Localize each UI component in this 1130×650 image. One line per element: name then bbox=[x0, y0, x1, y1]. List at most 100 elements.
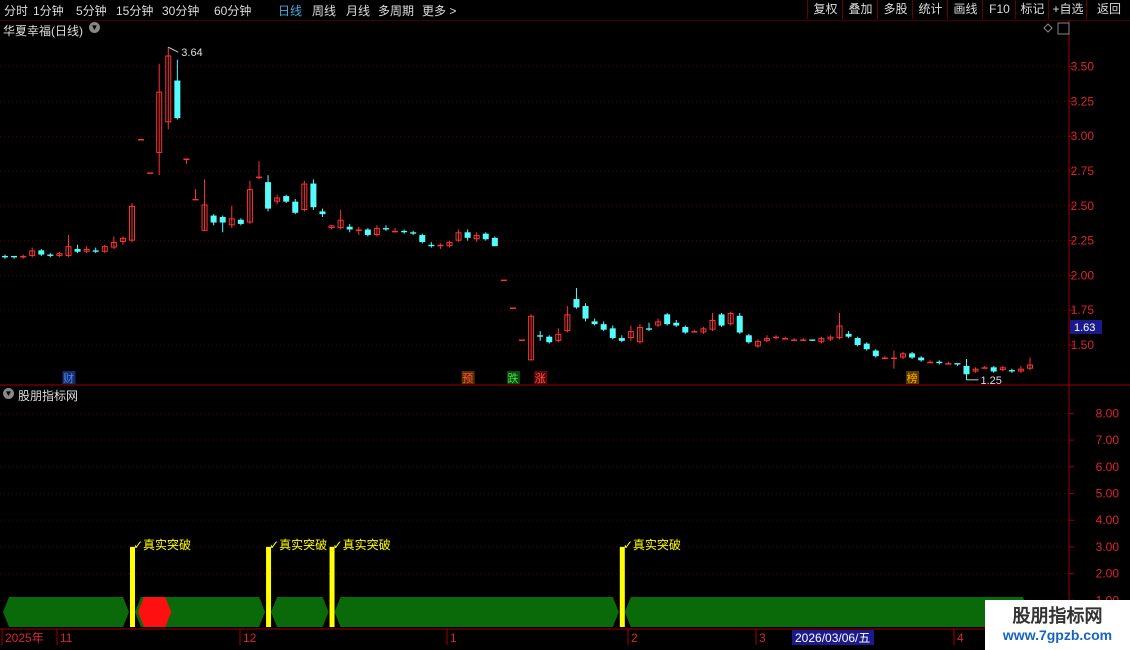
candle-body bbox=[900, 353, 907, 358]
candle-body bbox=[854, 338, 861, 346]
y-tick-label: 3.25 bbox=[1071, 94, 1095, 108]
period-tab-10[interactable]: 更多 > bbox=[422, 2, 456, 19]
chevron-down-icon[interactable]: ▼ bbox=[89, 22, 100, 33]
event-marker-box bbox=[506, 371, 520, 384]
candle-body bbox=[881, 357, 888, 360]
period-tab-3[interactable]: 15分钟 bbox=[116, 2, 153, 19]
candle-body bbox=[373, 228, 380, 236]
trend-band-green bbox=[134, 597, 266, 627]
y-tick-label: 3.50 bbox=[1071, 60, 1095, 74]
candle-body bbox=[709, 319, 716, 330]
event-marker: 跌 bbox=[507, 371, 518, 385]
candle-body bbox=[664, 314, 671, 325]
candle-body bbox=[836, 325, 843, 339]
indicator-y-tick-label: 5.00 bbox=[1096, 486, 1120, 500]
signal-bar bbox=[266, 546, 272, 627]
candle-body bbox=[682, 326, 689, 333]
toolbar-button-0[interactable]: 复权 bbox=[807, 0, 843, 19]
candle-body bbox=[128, 205, 135, 241]
candle-body bbox=[464, 232, 471, 238]
candle-body bbox=[401, 230, 408, 233]
candle-body bbox=[292, 201, 299, 213]
period-tab-4[interactable]: 30分钟 bbox=[162, 2, 199, 19]
candle-body bbox=[990, 367, 997, 372]
candle-body bbox=[945, 363, 952, 365]
event-marker: 涨 bbox=[535, 372, 546, 385]
trend-band-red bbox=[138, 597, 172, 627]
y-tick-label: 3.00 bbox=[1071, 129, 1095, 143]
toolbar-button-6[interactable]: 标记 bbox=[1015, 0, 1049, 19]
candle-body bbox=[473, 235, 480, 240]
trend-band-green bbox=[334, 597, 619, 627]
y-tick-label: 1.50 bbox=[1071, 338, 1095, 352]
period-tab-1[interactable]: 1分钟 bbox=[33, 2, 64, 19]
x-axis-label: 1 bbox=[450, 631, 457, 645]
candle-body bbox=[972, 368, 979, 372]
candle-body bbox=[65, 246, 72, 256]
period-tab-7[interactable]: 周线 bbox=[312, 2, 336, 19]
toolbar-button-3[interactable]: 统计 bbox=[912, 0, 948, 19]
candle-body bbox=[573, 299, 580, 308]
period-tab-9[interactable]: 多周期 bbox=[378, 2, 414, 19]
period-tab-8[interactable]: 月线 bbox=[346, 2, 370, 19]
toolbar-button-7[interactable]: +自选 bbox=[1048, 0, 1087, 19]
candle-body bbox=[763, 338, 770, 341]
period-tab-2[interactable]: 5分钟 bbox=[76, 2, 107, 19]
chevron-down-icon[interactable]: ▼ bbox=[3, 388, 14, 399]
indicator-y-tick-label: 2.00 bbox=[1096, 567, 1120, 581]
candle-body bbox=[736, 315, 743, 333]
candle-body bbox=[754, 340, 761, 347]
candle-body bbox=[482, 233, 489, 240]
candle-body bbox=[364, 229, 371, 236]
candle-body bbox=[999, 367, 1006, 371]
candle-body bbox=[845, 333, 852, 337]
watermark-line2: www.7gpzb.com bbox=[1002, 627, 1113, 643]
candle-body bbox=[83, 248, 90, 252]
y-tick-label: 2.00 bbox=[1071, 268, 1095, 282]
candle-body bbox=[382, 228, 389, 230]
candle-body bbox=[2, 255, 8, 258]
candle-body bbox=[47, 254, 54, 256]
signal-label: ✓真实突破 bbox=[623, 537, 681, 552]
high-label: 3.64 bbox=[181, 47, 202, 59]
event-marker: 预 bbox=[462, 372, 473, 385]
toolbar-button-8[interactable]: 返回 bbox=[1086, 0, 1130, 19]
watermark: 股朋指标网 www.7gpzb.com bbox=[985, 600, 1130, 650]
toolbar-button-5[interactable]: F10 bbox=[982, 0, 1016, 19]
toolbar-button-4[interactable]: 画线 bbox=[947, 0, 983, 19]
candle-body bbox=[827, 336, 834, 340]
candle-body bbox=[56, 253, 63, 256]
candle-body bbox=[192, 198, 199, 201]
indicator-y-tick-label: 3.00 bbox=[1096, 540, 1120, 554]
period-tab-5[interactable]: 60分钟 bbox=[214, 2, 251, 19]
candle-body bbox=[528, 315, 535, 361]
candle-body bbox=[818, 338, 825, 343]
candle-body bbox=[419, 235, 426, 243]
y-tick-label: 1.75 bbox=[1071, 303, 1095, 317]
candle-body bbox=[355, 229, 362, 231]
candle-body bbox=[101, 246, 108, 252]
kline-chart[interactable]: 3.50 3.25 3.00 2.75 2.50 2.25 2.00 1.75 1.50 1.63… bbox=[0, 0, 1130, 650]
candle-body bbox=[301, 183, 308, 211]
candle-body bbox=[237, 219, 244, 224]
candle-body bbox=[346, 226, 353, 230]
toolbar-button-1[interactable]: 叠加 bbox=[842, 0, 878, 19]
high-label-leader bbox=[168, 46, 179, 53]
toolbar: 分时 1分钟 5分钟 15分钟 30分钟 60分钟 日线 周线 月线 多周期 更多 > 复权 叠加 多股统… bbox=[0, 0, 1130, 21]
candle-body bbox=[201, 204, 208, 231]
toolbar-button-2[interactable]: 多股 bbox=[877, 0, 913, 19]
signal-bar bbox=[129, 546, 135, 627]
period-tab-0[interactable]: 分时 bbox=[4, 2, 28, 19]
candle-body bbox=[519, 339, 526, 341]
candle-body bbox=[246, 189, 253, 223]
candle-body bbox=[437, 244, 444, 247]
candle-body bbox=[673, 322, 680, 326]
candle-body bbox=[791, 339, 798, 341]
signal-bar bbox=[329, 546, 335, 627]
period-tab-6[interactable]: 日线 bbox=[278, 2, 302, 19]
candle-body bbox=[927, 361, 934, 364]
candle-body bbox=[74, 248, 81, 252]
indicator-y-tick-label: 7.00 bbox=[1096, 433, 1120, 447]
candle-body bbox=[147, 172, 154, 174]
indicator-y-tick-label: 8.00 bbox=[1096, 406, 1120, 420]
